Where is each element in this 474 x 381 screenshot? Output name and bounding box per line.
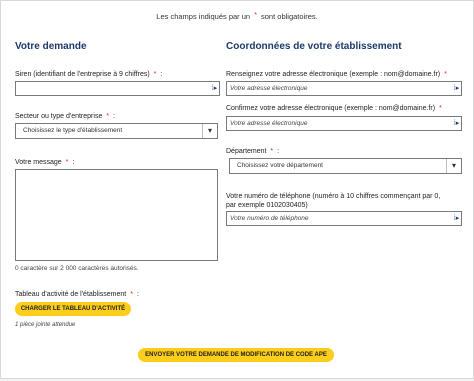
required-marker: *: [444, 71, 447, 78]
message-char-counter: 0 caractère sur 2 000 caractères autoris…: [15, 265, 139, 272]
autofill-icon: ⁞▸: [211, 85, 218, 92]
message-textarea[interactable]: [15, 169, 218, 261]
required-marker: *: [106, 113, 110, 120]
submit-button[interactable]: ENVOYER VOTRE DEMANDE DE MODIFICATION DE…: [138, 348, 334, 362]
required-marker: *: [270, 148, 274, 155]
departement-label: Département * :: [226, 148, 280, 155]
required-marker: *: [130, 291, 133, 298]
phone-input[interactable]: Votre numéro de téléphone ⁞▸: [226, 211, 462, 226]
required-fields-notice: Les champs indiqués par un * sont obliga…: [156, 12, 318, 21]
autofill-icon: ⁞▸: [453, 215, 460, 222]
email-input[interactable]: Votre adresse électronique ⁞▸: [226, 81, 462, 96]
email-confirm-label: Confirmez votre adresse électronique (ex…: [226, 105, 442, 112]
email-label: Renseignez votre adresse électronique (e…: [226, 71, 447, 78]
email-confirm-input[interactable]: Votre adresse électronique ⁞▸: [226, 116, 462, 131]
message-label: Votre message * :: [15, 159, 75, 166]
chevron-down-icon: ▾: [202, 124, 217, 138]
phone-label: Votre numéro de téléphone (numéro à 10 c…: [226, 193, 441, 209]
autofill-icon: ⁞▸: [453, 120, 460, 127]
autofill-icon: ⁞▸: [453, 85, 460, 92]
chevron-down-icon: ▾: [446, 159, 461, 173]
required-marker: *: [438, 105, 442, 112]
secteur-label: Secteur ou type d'entreprise * :: [15, 113, 115, 120]
required-marker: *: [254, 12, 257, 19]
tableau-label: Tableau d'activité de l'établissement * …: [15, 291, 139, 298]
required-marker: *: [65, 159, 69, 166]
section-title-votre-demande: Votre demande: [15, 41, 87, 52]
required-marker: *: [153, 71, 157, 78]
upload-tableau-button[interactable]: CHARGER LE TABLEAU D'ACTIVITÉ: [15, 302, 131, 316]
section-title-coordonnees: Coordonnées de votre établissement: [226, 41, 402, 52]
secteur-select[interactable]: Choisissez le type d'établissement ▾: [15, 123, 218, 139]
departement-select[interactable]: Choisissez votre département ▾: [229, 158, 462, 174]
attachment-hint: 1 pièce jointe attendue: [15, 322, 76, 328]
siren-input[interactable]: ⁞▸: [15, 81, 220, 96]
siren-label: Siren (identifiant de l'entreprise à 9 c…: [15, 71, 163, 78]
